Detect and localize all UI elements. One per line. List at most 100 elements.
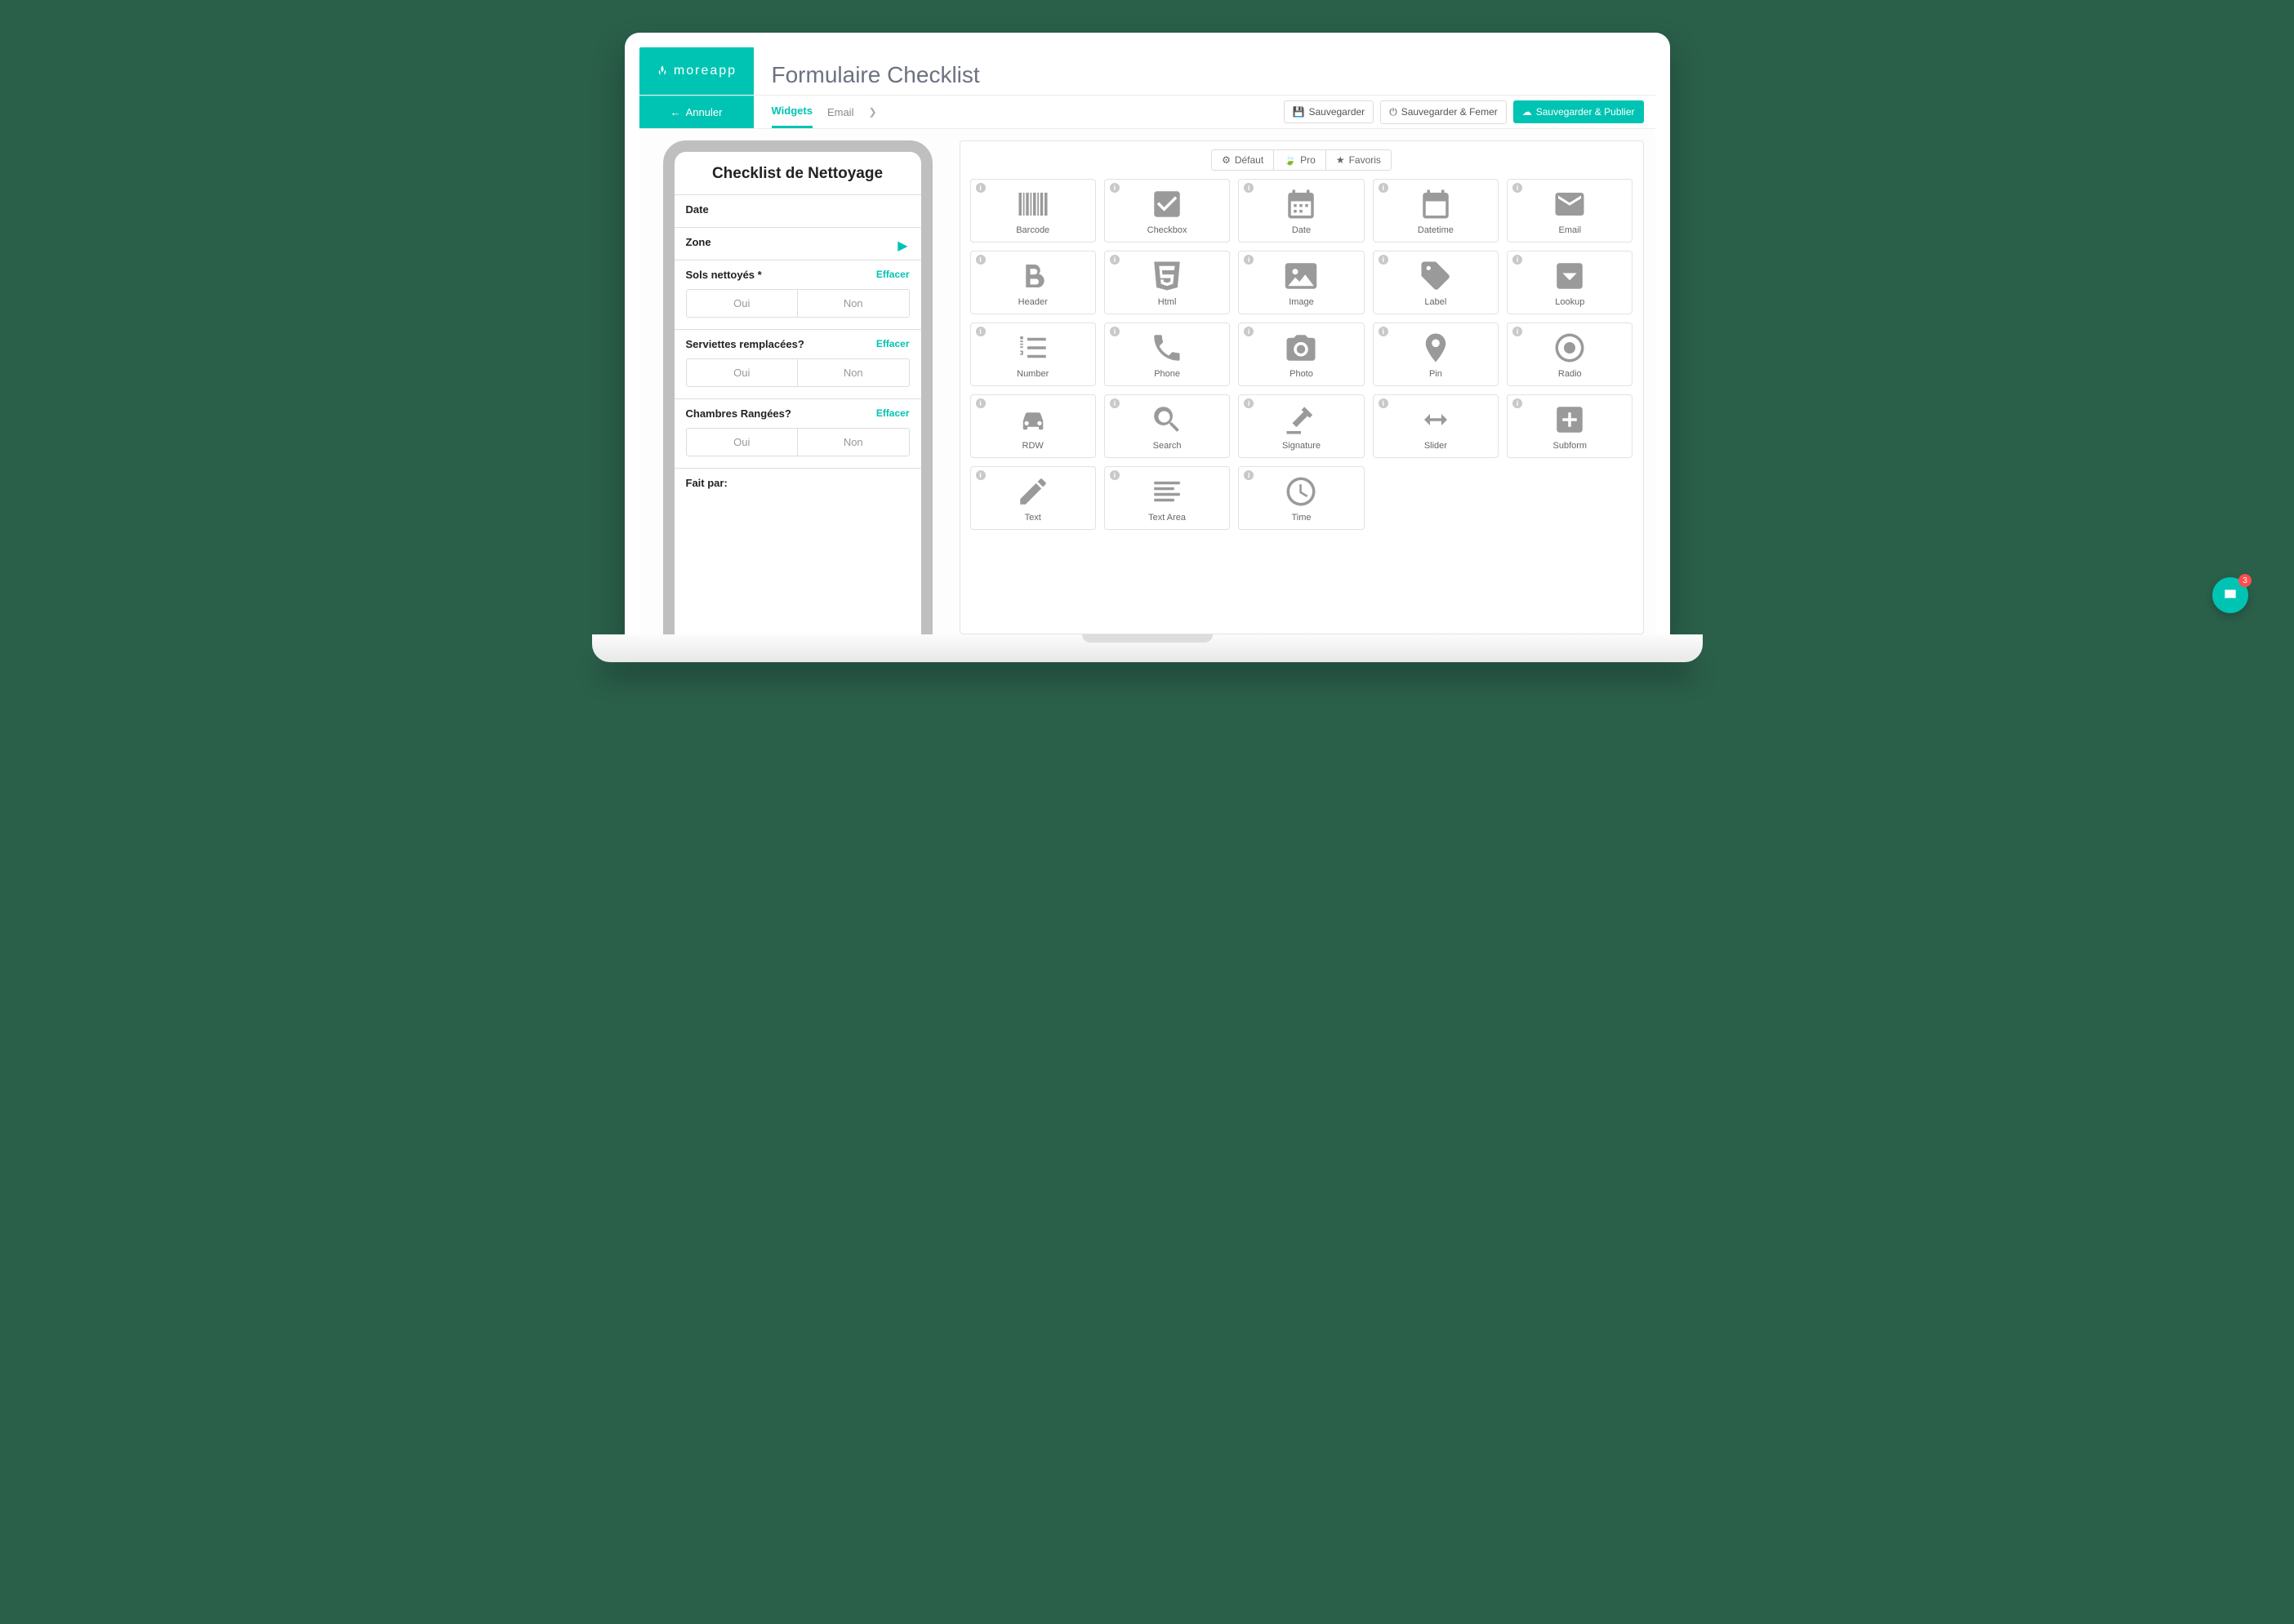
tag-icon: [1377, 256, 1494, 296]
gavel-icon: [1242, 400, 1360, 439]
widget-number[interactable]: iNumber: [970, 323, 1096, 386]
widget-image[interactable]: iImage: [1238, 251, 1364, 314]
tab-widgets[interactable]: Widgets: [772, 96, 813, 128]
checkbox-icon: [1108, 185, 1226, 224]
calendar-icon: [1242, 185, 1360, 224]
info-icon: i: [1379, 183, 1388, 193]
option-no[interactable]: Non: [797, 290, 909, 317]
clear-button[interactable]: Effacer: [876, 338, 910, 349]
widget-rdw[interactable]: iRDW: [970, 394, 1096, 458]
info-icon: i: [1110, 255, 1120, 265]
envelope-icon: [1511, 185, 1628, 224]
widget-email[interactable]: iEmail: [1507, 179, 1633, 242]
widget-checkbox[interactable]: iCheckbox: [1104, 179, 1230, 242]
info-icon: i: [976, 398, 986, 408]
brand-logo: moreapp: [639, 47, 754, 95]
widget-lookup[interactable]: iLookup: [1507, 251, 1633, 314]
widget-slider[interactable]: iSlider: [1373, 394, 1499, 458]
laptop-base: [592, 634, 1703, 662]
info-icon: i: [1512, 327, 1522, 336]
cloud-upload-icon: ☁: [1522, 106, 1532, 118]
option-no[interactable]: Non: [797, 359, 909, 386]
map-pin-icon: [1377, 328, 1494, 367]
clear-button[interactable]: Effacer: [876, 407, 910, 419]
back-label: Annuler: [686, 106, 723, 118]
category-favorites[interactable]: ★Favoris: [1326, 149, 1392, 171]
leaf-icon: 🍃: [1284, 154, 1296, 166]
dropdown-icon: [1511, 256, 1628, 296]
widget-phone[interactable]: iPhone: [1104, 323, 1230, 386]
camera-icon: [1242, 328, 1360, 367]
category-pro[interactable]: 🍃Pro: [1274, 149, 1326, 171]
app-screen: moreapp Formulaire Checklist ← Annuler W…: [639, 47, 1655, 634]
widget-label[interactable]: iLabel: [1373, 251, 1499, 314]
widget-panel: ⚙Défaut 🍃Pro ★Favoris iBarcode iCheckbox…: [960, 140, 1644, 634]
widget-date[interactable]: iDate: [1238, 179, 1364, 242]
barcode-icon: [974, 185, 1092, 224]
info-icon: i: [976, 470, 986, 480]
chat-badge: 3: [2238, 574, 2252, 587]
car-icon: [974, 400, 1092, 439]
info-icon: i: [976, 183, 986, 193]
widget-radio[interactable]: iRadio: [1507, 323, 1633, 386]
option-yes[interactable]: Oui: [687, 429, 798, 456]
save-publish-button[interactable]: ☁ Sauvegarder & Publier: [1513, 100, 1644, 123]
main-content: Checklist de Nettoyage Date Zone ▶ Sols …: [639, 128, 1655, 634]
widget-subform[interactable]: iSubform: [1507, 394, 1633, 458]
widget-time[interactable]: iTime: [1238, 466, 1364, 530]
field-zone[interactable]: Zone ▶: [675, 227, 921, 260]
info-icon: i: [976, 327, 986, 336]
radio-icon: [1511, 328, 1628, 367]
save-icon: 💾: [1293, 106, 1305, 118]
save-button[interactable]: 💾 Sauvegarder: [1284, 100, 1374, 123]
option-yes[interactable]: Oui: [687, 290, 798, 317]
chat-button[interactable]: 3: [2212, 577, 2248, 613]
widget-pin[interactable]: iPin: [1373, 323, 1499, 386]
tab-email[interactable]: Email: [827, 96, 854, 128]
back-button[interactable]: ← Annuler: [639, 96, 754, 128]
bold-icon: [974, 256, 1092, 296]
option-yes[interactable]: Oui: [687, 359, 798, 386]
form-preview: Checklist de Nettoyage Date Zone ▶ Sols …: [663, 140, 933, 634]
widget-search[interactable]: iSearch: [1104, 394, 1230, 458]
numbered-list-icon: [974, 328, 1092, 367]
info-icon: i: [976, 255, 986, 265]
info-icon: i: [1110, 183, 1120, 193]
image-icon: [1242, 256, 1360, 296]
toolbar: ← Annuler Widgets Email ❯ 💾 Sauvegarder …: [639, 95, 1655, 128]
calendar-blank-icon: [1377, 185, 1494, 224]
widget-datetime[interactable]: iDatetime: [1373, 179, 1499, 242]
widget-text[interactable]: iText: [970, 466, 1096, 530]
widget-textarea[interactable]: iText Area: [1104, 466, 1230, 530]
phone-icon: [1108, 328, 1226, 367]
widget-html[interactable]: iHtml: [1104, 251, 1230, 314]
info-icon: i: [1379, 327, 1388, 336]
field-serviettes: Serviettes remplacées? Effacer Oui Non: [675, 329, 921, 398]
arrow-left-icon: ←: [670, 106, 681, 118]
info-icon: i: [1110, 327, 1120, 336]
plus-square-icon: [1511, 400, 1628, 439]
clear-button[interactable]: Effacer: [876, 269, 910, 280]
field-fait-par[interactable]: Fait par:: [675, 468, 921, 501]
info-icon: i: [1512, 255, 1522, 265]
brand-icon: [656, 65, 669, 78]
widget-signature[interactable]: iSignature: [1238, 394, 1364, 458]
edit-icon: [974, 472, 1092, 511]
save-close-button[interactable]: ⏻ Sauvegarder & Femer: [1380, 100, 1507, 124]
chevron-right-icon: ❯: [868, 106, 876, 118]
widget-barcode[interactable]: iBarcode: [970, 179, 1096, 242]
category-default[interactable]: ⚙Défaut: [1211, 149, 1274, 171]
header: moreapp Formulaire Checklist: [639, 47, 1655, 95]
arrows-h-icon: [1377, 400, 1494, 439]
info-icon: i: [1379, 255, 1388, 265]
option-no[interactable]: Non: [797, 429, 909, 456]
chat-icon: [2222, 587, 2238, 603]
form-title: Checklist de Nettoyage: [675, 158, 921, 194]
info-icon: i: [1379, 398, 1388, 408]
widget-photo[interactable]: iPhoto: [1238, 323, 1364, 386]
widget-header[interactable]: iHeader: [970, 251, 1096, 314]
brand-text: moreapp: [674, 64, 737, 78]
field-date[interactable]: Date: [675, 194, 921, 227]
align-left-icon: [1108, 472, 1226, 511]
info-icon: i: [1110, 470, 1120, 480]
